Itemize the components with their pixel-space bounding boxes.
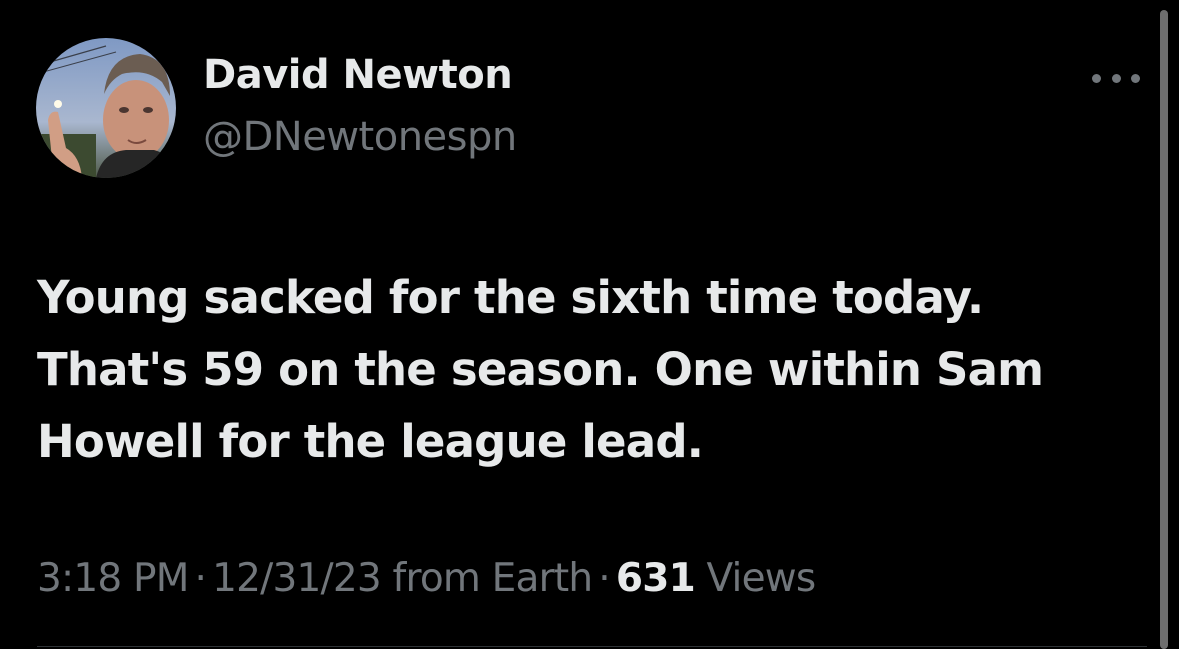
- views-label: Views: [706, 556, 817, 601]
- separator: ·: [598, 556, 610, 601]
- tweet-time[interactable]: 3:18 PM: [37, 556, 189, 601]
- tweet-date[interactable]: 12/31/23: [212, 556, 382, 601]
- profile-photo-icon: [36, 38, 176, 178]
- dot-icon: [1131, 73, 1140, 83]
- views-count[interactable]: 631: [616, 556, 696, 601]
- tweet-metadata: 3:18 PM · 12/31/23 from Earth · 631 Views: [37, 556, 817, 601]
- divider: [37, 646, 1147, 647]
- author-handle[interactable]: @DNewtonespn: [203, 114, 517, 160]
- more-options-icon[interactable]: [1092, 66, 1140, 90]
- dot-icon: [1092, 73, 1101, 83]
- author-name[interactable]: David Newton: [203, 52, 513, 98]
- tweet-text: Young sacked for the sixth time today. T…: [37, 271, 1044, 468]
- tweet-source: from Earth: [392, 556, 594, 601]
- tweet-card: David Newton @DNewtonespn Young sacked f…: [0, 0, 1179, 649]
- avatar[interactable]: [36, 38, 176, 178]
- dot-icon: [1111, 73, 1121, 83]
- scrollbar[interactable]: [1160, 10, 1168, 649]
- separator: ·: [194, 556, 207, 601]
